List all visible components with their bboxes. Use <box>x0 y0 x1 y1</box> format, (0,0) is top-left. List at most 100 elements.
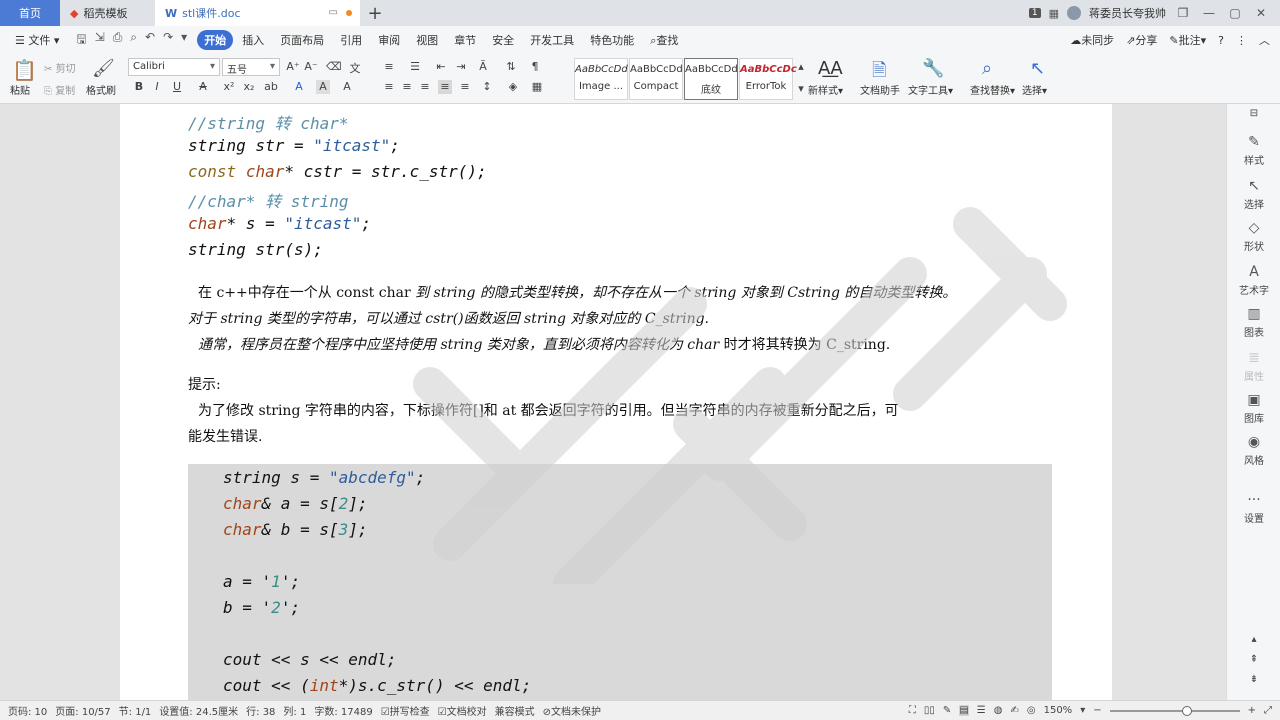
protect-status[interactable]: ⊘文档未保护 <box>543 703 601 718</box>
new-style-label[interactable]: 新样式▾ <box>808 82 843 97</box>
shrink-font-icon[interactable]: A⁻ <box>304 60 318 74</box>
superscript-icon[interactable]: x² <box>222 80 236 94</box>
sort-icon[interactable]: ⇅ <box>504 60 518 74</box>
find-replace-icon[interactable]: ⌕ <box>982 58 1004 80</box>
italic-icon[interactable]: I <box>150 80 164 94</box>
numbered-list-icon[interactable]: ☰ <box>408 60 422 74</box>
help-icon[interactable]: ? <box>1218 34 1224 47</box>
borders-icon[interactable]: ▦ <box>530 80 544 94</box>
export-icon[interactable]: ⇲ <box>95 30 105 51</box>
undo-icon[interactable]: ↶ <box>145 30 155 51</box>
zoom-in-icon[interactable]: + <box>1248 705 1256 716</box>
copy-button[interactable]: ⎘ 复制 <box>44 82 75 97</box>
style-errortok[interactable]: AaBbCcDc ErrorTok <box>739 58 797 100</box>
decrease-indent-icon[interactable]: ⇤ <box>434 60 448 74</box>
show-marks-icon[interactable]: ¶ <box>528 60 542 74</box>
user-name[interactable]: 蒋委员长夸我帅 <box>1089 5 1166 21</box>
sidebar-item-styles[interactable]: ✎ 样式 <box>1227 134 1280 167</box>
pen-icon[interactable]: ✎ <box>943 705 951 716</box>
document-page[interactable]: //string 转 char* string str = "itcast"; … <box>120 104 1112 700</box>
file-menu[interactable]: ☰ 文件 ▾ <box>8 30 66 50</box>
sidebar-item-chart[interactable]: ▥ 图表 <box>1227 306 1280 339</box>
subscript-icon[interactable]: x₂ <box>242 80 256 94</box>
more-icon[interactable]: ⋮ <box>1236 34 1247 47</box>
justify-icon[interactable]: ≡ <box>438 80 452 94</box>
tab-template[interactable]: ◆ 稻壳模板 <box>60 0 155 26</box>
style-shading[interactable]: AaBbCcDd 底纹 <box>684 58 738 100</box>
outline-view-icon[interactable]: ☰ <box>977 705 986 716</box>
format-painter-label[interactable]: 格式刷 <box>86 82 116 97</box>
tab-document[interactable]: W stl课件.doc ▭ <box>155 0 360 26</box>
char-shading-icon[interactable]: A <box>316 80 330 94</box>
font-size-select[interactable]: 五号 ▾ <box>222 58 280 76</box>
quick-access-more-icon[interactable]: ▾ <box>181 30 187 51</box>
eye-protect-icon[interactable]: ◎ <box>1027 705 1036 716</box>
strikethrough-icon[interactable]: A <box>196 80 210 94</box>
sidebar-item-settings[interactable]: ··· 设置 <box>1227 492 1280 525</box>
zoom-out-icon[interactable]: − <box>1093 705 1101 716</box>
select-cursor-icon[interactable]: ↖ <box>1030 58 1052 80</box>
line-spacing-icon[interactable]: ↕ <box>480 80 494 94</box>
minimize-icon[interactable]: — <box>1200 6 1218 20</box>
sidebar-item-style-theme[interactable]: ◉ 风格 <box>1227 434 1280 467</box>
redo-icon[interactable]: ↷ <box>163 30 173 51</box>
tab-features[interactable]: 特色功能 <box>583 30 641 50</box>
document-area[interactable]: //string 转 char* string str = "itcast"; … <box>0 104 1226 700</box>
read-mode-icon[interactable]: ▯▯ <box>924 705 935 716</box>
comment-button[interactable]: ✎批注▾ <box>1169 32 1206 48</box>
spell-check-button[interactable]: ☑拼写检查 <box>381 703 430 718</box>
monitor-icon[interactable]: ▭ <box>329 7 338 18</box>
save-icon[interactable]: 🖫 <box>76 30 86 51</box>
tab-view[interactable]: 视图 <box>409 30 445 50</box>
tab-home-ribbon[interactable]: 开始 <box>197 30 234 50</box>
align-right-icon[interactable]: ≡ <box>418 80 432 94</box>
style-image[interactable]: AaBbCcDd Image ... <box>574 58 628 100</box>
increase-indent-icon[interactable]: ⇥ <box>454 60 468 74</box>
search-button[interactable]: ⌕查找 <box>643 30 685 50</box>
restore-window-icon[interactable]: ❐ <box>1174 6 1192 20</box>
underline-icon[interactable]: U <box>170 80 184 94</box>
write-mode-icon[interactable]: ✍ <box>1010 705 1018 716</box>
tab-references[interactable]: 引用 <box>333 30 369 50</box>
highlight-icon[interactable]: ab <box>264 80 278 94</box>
tab-insert[interactable]: 插入 <box>235 30 271 50</box>
web-view-icon[interactable]: ◍ <box>994 705 1003 716</box>
grow-font-icon[interactable]: A⁺ <box>286 60 300 74</box>
avatar[interactable] <box>1067 6 1081 20</box>
font-color-icon[interactable]: A <box>292 80 306 94</box>
sidebar-collapse-icon[interactable]: ⊟ <box>1227 108 1280 119</box>
zoom-slider[interactable] <box>1109 705 1240 716</box>
new-tab-button[interactable]: + <box>360 0 390 26</box>
text-direction-icon[interactable]: Ã <box>476 60 490 74</box>
tab-security[interactable]: 安全 <box>485 30 521 50</box>
text-tools-icon[interactable]: 🔧 <box>922 58 944 80</box>
prev-page-icon[interactable]: ⇞ <box>1227 654 1280 665</box>
print-icon[interactable]: ⎙ <box>113 30 123 51</box>
proofread-button[interactable]: ☑文档校对 <box>438 703 487 718</box>
sync-status[interactable]: ☁未同步 <box>1070 32 1114 48</box>
sidebar-item-properties[interactable]: ≣ 属性 <box>1227 350 1280 383</box>
paste-label[interactable]: 粘贴 <box>10 82 30 97</box>
char-border-icon[interactable]: A <box>340 80 354 94</box>
tab-review[interactable]: 审阅 <box>371 30 407 50</box>
font-name-select[interactable]: Calibri ▾ <box>128 58 220 76</box>
tab-chapter[interactable]: 章节 <box>447 30 483 50</box>
select-label[interactable]: 选择▾ <box>1022 82 1047 97</box>
sidebar-item-gallery[interactable]: ▣ 图库 <box>1227 392 1280 425</box>
page-view-icon[interactable]: ▤ <box>959 705 969 716</box>
status-row[interactable]: 行: 38 <box>246 703 275 718</box>
close-icon[interactable]: ✕ <box>1252 6 1270 20</box>
maximize-icon[interactable]: ▢ <box>1226 6 1244 20</box>
distribute-icon[interactable]: ≡ <box>458 80 472 94</box>
focus-mode-icon[interactable]: ⛶ <box>909 705 916 716</box>
cut-button[interactable]: ✂ 剪切 <box>44 60 76 75</box>
zoom-level[interactable]: 150% <box>1044 705 1073 716</box>
bullet-list-icon[interactable]: ≡ <box>382 60 396 74</box>
tab-home[interactable]: 首页 <box>0 0 60 26</box>
tab-page-layout[interactable]: 页面布局 <box>273 30 331 50</box>
new-style-icon[interactable]: A͟A <box>818 58 843 80</box>
zoom-dropdown-icon[interactable]: ▾ <box>1080 705 1085 716</box>
sidebar-item-select[interactable]: ↖ 选择 <box>1227 178 1280 211</box>
status-page[interactable]: 页面: 10/57 <box>55 703 110 718</box>
status-word-count[interactable]: 字数: 17489 <box>314 703 372 718</box>
